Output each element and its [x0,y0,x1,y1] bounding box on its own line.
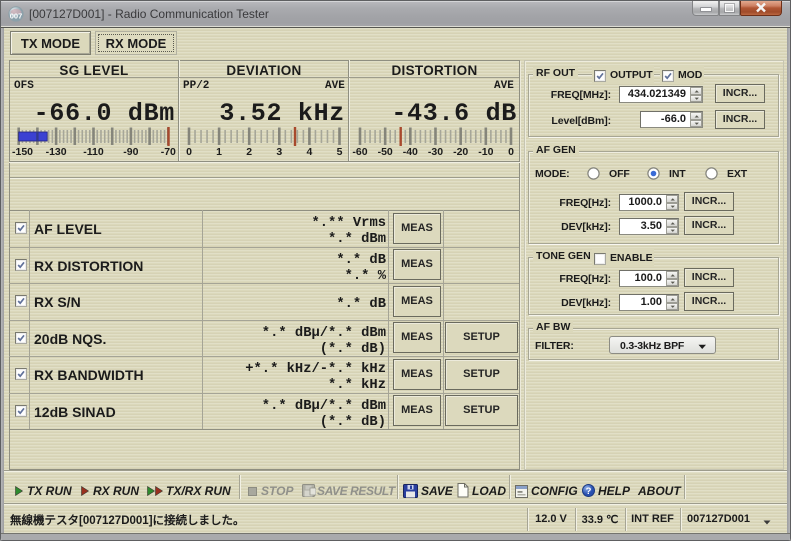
svg-text:007: 007 [10,11,23,20]
svg-text:?: ? [586,486,592,497]
